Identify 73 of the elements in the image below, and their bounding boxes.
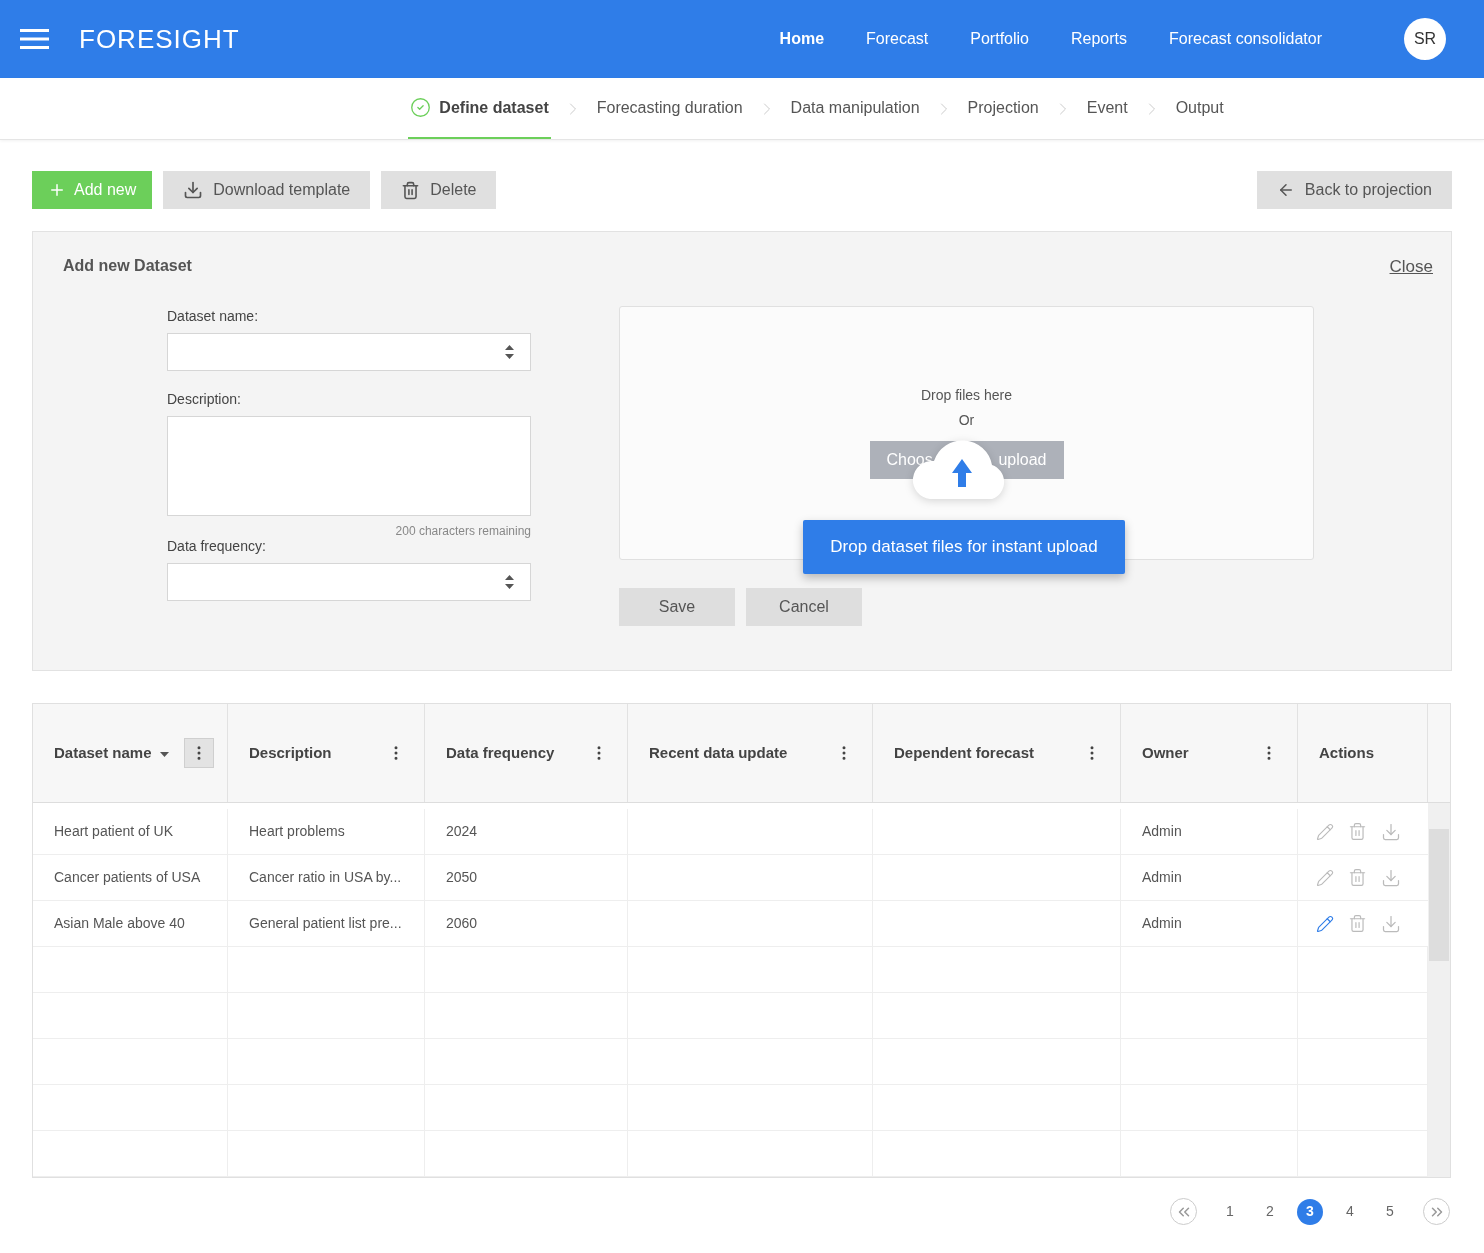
table-cell-text: Cancer ratio in USA by... [249, 868, 402, 887]
nav-link[interactable]: Home [779, 27, 825, 51]
table-cell-text: 2050 [446, 868, 478, 887]
download-icon [183, 180, 204, 200]
step-tab[interactable]: Event [1084, 78, 1130, 139]
description-field[interactable] [167, 415, 531, 516]
download-icon[interactable] [1381, 913, 1401, 934]
or-text: Or [958, 410, 975, 430]
trash-icon[interactable] [1348, 822, 1367, 841]
menu-icon[interactable] [20, 29, 49, 49]
nav-link[interactable]: Forecast consolidator [1169, 27, 1322, 51]
table-cell-text: Asian Male above 40 [54, 914, 185, 933]
sort-arrows-icon [505, 574, 514, 589]
page-button[interactable]: 1 [1217, 1198, 1243, 1225]
page-button[interactable]: 3 [1297, 1198, 1323, 1225]
table-cell-text: Admin [1142, 868, 1182, 887]
table-cell-text: 2024 [446, 822, 478, 841]
edit-icon[interactable] [1316, 914, 1334, 933]
table-cell-text: 2060 [446, 914, 478, 933]
column-header[interactable]: Owner [1142, 741, 1189, 765]
edit-icon[interactable] [1316, 868, 1334, 887]
data-frequency-select[interactable] [167, 562, 531, 601]
avatar[interactable]: SR [1404, 18, 1446, 60]
download-template-button[interactable]: Download template [163, 171, 371, 209]
table-cell-text: Heart patient of UK [54, 822, 174, 841]
column-header[interactable]: Recent data update [649, 741, 788, 765]
step-tab[interactable]: Output [1173, 78, 1226, 139]
field-label: Data frequency: [167, 536, 267, 556]
drop-text: Drop files here [920, 385, 1012, 405]
nav-link[interactable]: Reports [1071, 27, 1128, 51]
step-tab[interactable]: Define dataset [408, 78, 551, 139]
scrollbar[interactable] [1428, 803, 1450, 1177]
dataset-name-select[interactable] [167, 332, 531, 371]
save-button[interactable]: Save [619, 587, 735, 626]
sort-arrows-icon [505, 344, 514, 359]
back-to-projection-button[interactable]: Back to projection [1256, 171, 1452, 209]
close-link[interactable]: Close [1389, 254, 1433, 280]
step-tab[interactable]: Projection [965, 78, 1041, 139]
column-header[interactable]: Data frequency [446, 741, 555, 765]
column-header[interactable]: Dataset name [54, 741, 152, 765]
panel-title: Add new Dataset [63, 256, 192, 276]
app-title: FORESIGHT [79, 22, 240, 56]
edit-icon[interactable] [1316, 822, 1334, 841]
table-cell-text: Admin [1142, 914, 1182, 933]
page-button[interactable]: 4 [1337, 1198, 1363, 1225]
field-label: Dataset name: [167, 306, 260, 326]
field-label: Description: [167, 389, 242, 409]
page-button[interactable]: 2 [1257, 1198, 1283, 1225]
nav-link[interactable]: Portfolio [970, 27, 1029, 51]
download-icon[interactable] [1381, 821, 1401, 842]
step-tab[interactable]: Data manipulation [788, 78, 922, 139]
column-menu-icon[interactable] [184, 738, 214, 768]
table-cell-text: Admin [1142, 822, 1182, 841]
plus-icon [48, 181, 66, 199]
table-cell-text: Cancer patients of USA [54, 868, 201, 887]
cancel-button[interactable]: Cancel [746, 587, 862, 626]
character-count: 200 characters remaining [395, 522, 531, 540]
check-icon [410, 97, 432, 118]
table-cell-text: Heart problems [249, 822, 345, 841]
table-cell-text: General patient list pre... [249, 914, 402, 933]
column-header[interactable]: Description [249, 741, 332, 765]
trash-icon[interactable] [1348, 914, 1367, 933]
page-button[interactable]: 5 [1377, 1198, 1403, 1225]
step-tab[interactable]: Forecasting duration [594, 78, 745, 139]
column-header[interactable]: Actions [1319, 741, 1374, 765]
upload-tooltip: Drop dataset files for instant upload [803, 519, 1125, 574]
trash-icon [401, 180, 421, 200]
nav-link[interactable]: Forecast [866, 27, 929, 51]
download-icon[interactable] [1381, 867, 1401, 888]
trash-icon[interactable] [1348, 868, 1367, 887]
column-header[interactable]: Dependent forecast [894, 741, 1035, 765]
sort-caret-icon[interactable] [159, 752, 169, 757]
delete-button[interactable]: Delete [381, 171, 497, 209]
